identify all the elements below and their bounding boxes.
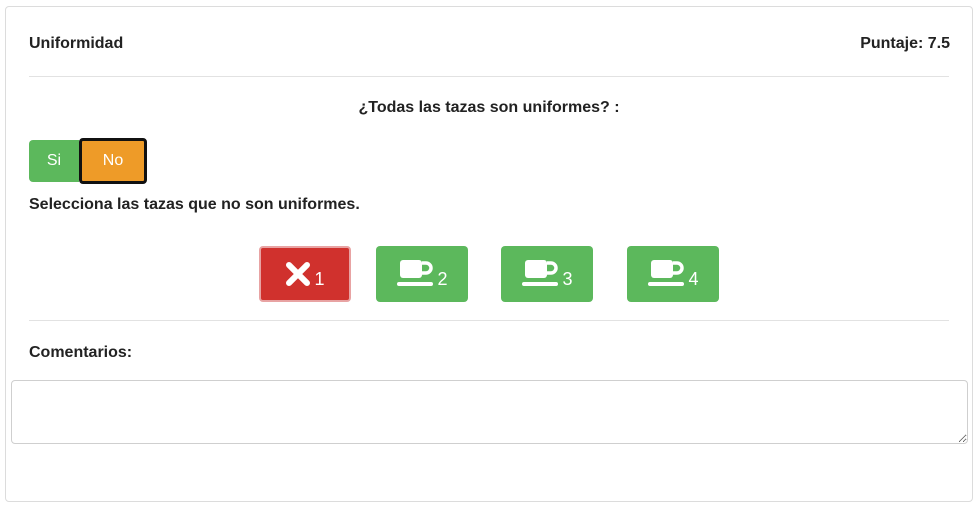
cup-number: 4 [688, 268, 699, 289]
cup-number: 1 [314, 268, 325, 289]
coffee-cup-icon [647, 258, 685, 290]
comments-textarea[interactable] [11, 380, 968, 444]
coffee-cup-icon [396, 258, 434, 290]
comments-label: Comentarios: [29, 344, 133, 361]
cup-button-1[interactable]: 1 [259, 246, 351, 302]
uniformity-card: Uniformidad Puntaje: 7.5 ¿Todas las taza… [5, 6, 973, 502]
cup-number: 2 [437, 268, 448, 289]
divider [29, 76, 949, 77]
cup-button-3[interactable]: 3 [501, 246, 593, 302]
uniformity-question: ¿Todas las tazas son uniformes? : [358, 99, 620, 116]
score-label: Puntaje: 7.5 [860, 35, 950, 52]
cup-button-4[interactable]: 4 [627, 246, 719, 302]
cup-number: 3 [562, 268, 573, 289]
coffee-cup-icon [521, 258, 559, 290]
no-button[interactable]: No [79, 138, 147, 184]
divider [29, 320, 949, 321]
yes-button[interactable]: Si [29, 140, 79, 182]
cup-selection-instruction: Selecciona las tazas que no son uniforme… [29, 196, 360, 213]
cup-button-2[interactable]: 2 [376, 246, 468, 302]
x-icon [285, 261, 311, 287]
section-title: Uniformidad [29, 35, 124, 52]
yes-no-toggle: Si No [29, 138, 147, 184]
